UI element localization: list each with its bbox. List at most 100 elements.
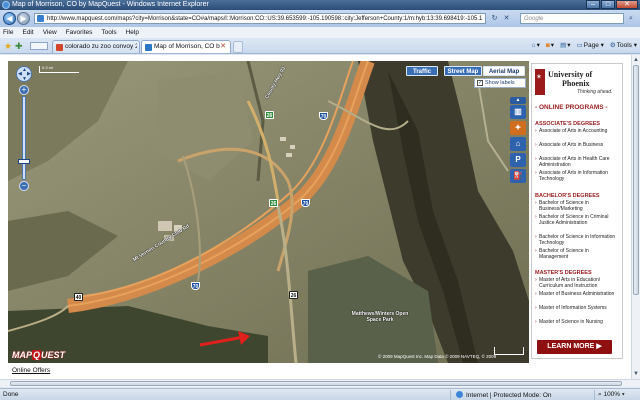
tab-favicon-icon [145, 44, 152, 51]
mapquest-logo[interactable]: MAPQUEST [12, 350, 65, 360]
minimize-button[interactable]: – [586, 0, 600, 9]
shopping-icon[interactable]: ⌂ [510, 137, 526, 151]
bird-icon: ✶ [536, 74, 542, 81]
map-scale-text: 0.3 mi [42, 65, 53, 70]
stop-icon[interactable]: ✕ [502, 14, 511, 23]
home-icon: ⌂ [531, 42, 536, 49]
scroll-thumb[interactable] [633, 65, 639, 295]
route-shield-i70: 70 [301, 199, 310, 207]
zoom-track[interactable] [22, 96, 26, 180]
ad-program-link[interactable]: Associate of Arts in Business [535, 142, 619, 148]
show-labels-text: Show labels [485, 80, 515, 86]
star-icon[interactable]: ★ [4, 41, 12, 51]
learn-more-button[interactable]: LEARN MORE ▶ [537, 340, 612, 354]
route-shield-us26: 26 [289, 291, 298, 299]
magnifier-icon: ⌕ [598, 391, 602, 398]
print-button[interactable]: ▤▾ [560, 41, 570, 51]
vertical-scrollbar[interactable]: ▲ ▼ [631, 55, 640, 379]
refresh-icon[interactable]: ↻ [490, 14, 499, 23]
ad-program-link[interactable]: Bachelor of Science in Management [535, 248, 619, 260]
ad-program-link[interactable]: Bachelor of Science in Business/Marketin… [535, 200, 619, 212]
route-shield-us40: 40 [74, 293, 83, 301]
zoom-level[interactable]: ⌕ 100% ▾ [598, 391, 625, 399]
menu-favorites[interactable]: Favorites [66, 29, 93, 36]
search-input[interactable]: Google [520, 13, 624, 24]
university-ad[interactable]: ✶ University of Phoenix Thinking ahead. … [531, 63, 623, 359]
status-bar: Done Internet | Protected Mode: On ⌕ 100… [0, 388, 640, 400]
route-shield-26: 26 [269, 199, 278, 207]
scroll-up-icon[interactable]: ▲ [632, 56, 640, 64]
new-tab-button[interactable] [233, 41, 243, 53]
menu-edit[interactable]: Edit [22, 29, 33, 36]
status-text: Done [3, 391, 19, 398]
menu-help[interactable]: Help [126, 29, 139, 36]
phoenix-logo-icon: ✶ [535, 69, 545, 95]
ad-program-link[interactable]: Bachelor of Science in Information Techn… [535, 234, 619, 246]
pan-control[interactable]: ▲ ▼ ◀ ▶ [16, 66, 32, 82]
tools-menu[interactable]: ⚙Tools ▾ [610, 41, 637, 51]
street-map-button[interactable]: Street Map [444, 66, 482, 76]
pan-left-icon[interactable]: ◀ [18, 72, 22, 77]
tab-map-of-morrison[interactable]: Map of Morrison, CO b... ✕ [141, 40, 231, 53]
zoom-in-button[interactable]: + [19, 85, 29, 95]
ad-program-link[interactable]: Bachelor of Science in Criminal Justice … [535, 214, 619, 226]
horizontal-scrollbar[interactable] [0, 379, 640, 387]
internet-explorer-icon [2, 1, 10, 9]
ad-program-link[interactable]: Master of Business Administration [535, 291, 619, 297]
ad-program-link[interactable]: Associate of Arts in Accounting [535, 128, 619, 134]
menu-view[interactable]: View [43, 29, 57, 36]
url-input[interactable]: http://www.mapquest.com/maps?city=Morris… [34, 13, 486, 24]
scroll-down-icon[interactable]: ▼ [632, 370, 640, 378]
menu-tools[interactable]: Tools [101, 29, 116, 36]
show-labels-toggle[interactable]: ✓ Show labels [474, 78, 526, 88]
feeds-button[interactable]: ◙▾ [546, 41, 554, 51]
security-zone[interactable]: Internet | Protected Mode: On [456, 391, 552, 400]
online-offers-link[interactable]: Online Offers [12, 367, 50, 374]
ad-program-link[interactable]: Master of Arts in Education/ Curriculum … [535, 277, 619, 289]
park-label: Matthews/Winters Open Space Park [351, 311, 409, 323]
traffic-button[interactable]: Traffic [406, 66, 438, 76]
zoom-out-button[interactable]: − [19, 181, 29, 191]
logo-part: Q [32, 350, 42, 360]
pan-right-icon[interactable]: ▶ [27, 72, 31, 77]
back-button[interactable]: ◀ [3, 12, 16, 25]
tools-menu-label: Tools [616, 42, 632, 49]
horizontal-scroll-thumb[interactable] [10, 381, 622, 386]
forward-button[interactable]: ▶ [17, 12, 30, 25]
add-favorites-icon[interactable]: ✚ [15, 41, 23, 51]
parking-icon[interactable]: P [510, 153, 526, 167]
address-bar: ◀ ▶ http://www.mapquest.com/maps?city=Mo… [0, 10, 640, 27]
url-text: http://www.mapquest.com/maps?city=Morris… [47, 16, 483, 22]
tab-colorado-zoo[interactable]: colorado zu zoo convoy 20... [52, 40, 140, 53]
aerial-map-button[interactable]: Aerial Map [483, 66, 525, 76]
home-button[interactable]: ⌂▾ [532, 41, 540, 51]
aerial-map[interactable]: ▲ ▼ ◀ ▶ + − 0.3 mi Traffic Street Map Ae… [8, 61, 529, 363]
hotel-icon[interactable]: ▥ [510, 105, 526, 119]
page-menu[interactable]: ▭Page ▾ [576, 41, 603, 51]
search-placeholder: Google [524, 16, 544, 22]
ad-section-title: BACHELOR'S DEGREES [535, 193, 600, 199]
page-favicon-icon [37, 15, 44, 22]
menu-file[interactable]: File [3, 29, 13, 36]
close-tab-icon[interactable]: ✕ [219, 43, 227, 51]
close-window-button[interactable]: ✕ [616, 0, 638, 9]
magnifier-icon[interactable]: ⌕ [626, 14, 636, 23]
route-shield-i70: 70 [319, 112, 328, 120]
learn-more-label: LEARN MORE [547, 343, 595, 350]
show-labels-checkbox[interactable]: ✓ [477, 80, 483, 86]
restaurant-icon[interactable]: ✦ [510, 121, 526, 135]
tab-label: Map of Morrison, CO b... [154, 43, 220, 50]
ad-program-link[interactable]: Master of Science in Nursing [535, 319, 619, 325]
maximize-button[interactable]: □ [601, 0, 615, 9]
printer-icon: ▤ [560, 42, 567, 49]
ad-program-link[interactable]: Associate of Arts in Information Technol… [535, 170, 619, 182]
collapse-tools-icon[interactable]: ▲ [510, 97, 526, 104]
forward-arrow-icon: ▶ [20, 14, 27, 23]
ad-program-link[interactable]: Master of Information Systems [535, 305, 619, 311]
gear-icon: ⚙ [609, 42, 616, 49]
pan-down-icon[interactable]: ▼ [22, 77, 27, 82]
ad-program-link[interactable]: Associate of Arts in Health Care Adminis… [535, 156, 619, 168]
quick-tabs-button[interactable] [30, 42, 48, 50]
zoom-slider-handle[interactable] [18, 159, 30, 164]
gas-station-icon[interactable]: ⛽ [510, 169, 526, 183]
